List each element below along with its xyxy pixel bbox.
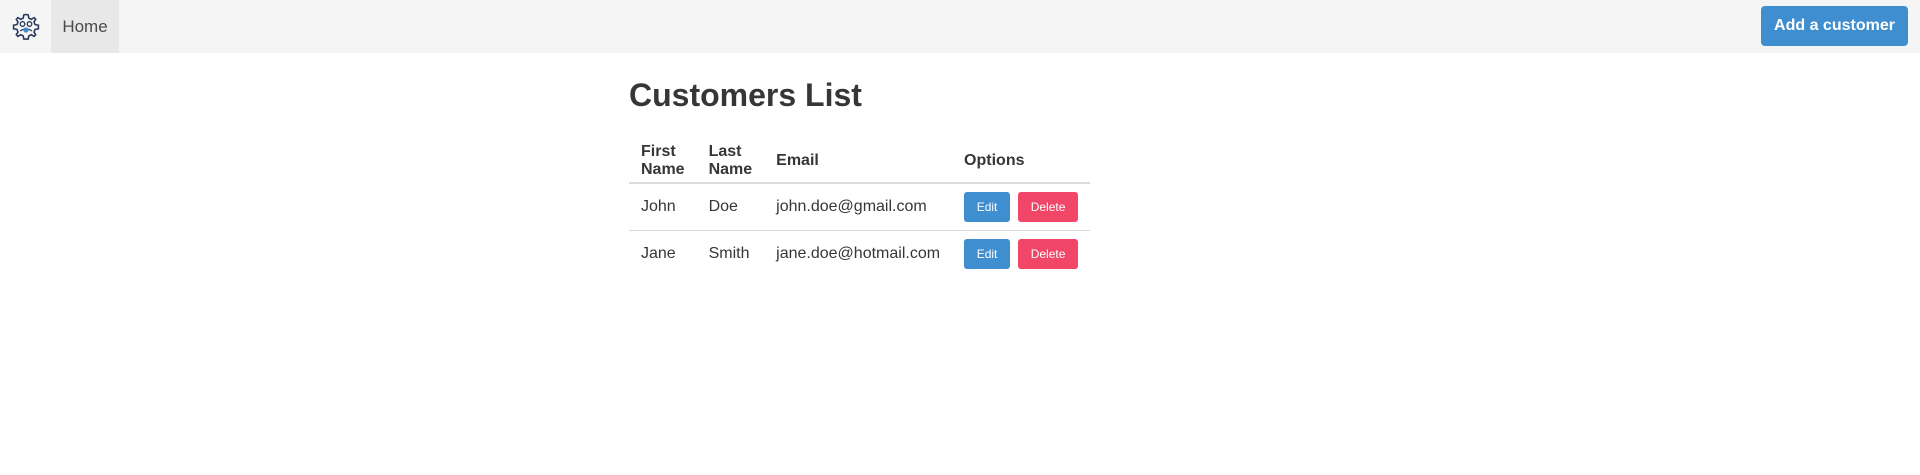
header-options: Options bbox=[952, 139, 1091, 184]
cell-last-name: Smith bbox=[708, 244, 750, 262]
cell-email: john.doe@gmail.com bbox=[764, 183, 953, 231]
row-actions: Edit Delete bbox=[964, 191, 1079, 222]
cell-first-name: John bbox=[629, 183, 697, 231]
cell-email: jane.doe@hotmail.com bbox=[776, 244, 941, 262]
header-email: Email bbox=[764, 139, 953, 184]
edit-button[interactable]: Edit bbox=[964, 238, 1011, 269]
page-title: Customers List bbox=[629, 77, 862, 113]
cell-options: Edit Delete bbox=[952, 183, 1091, 231]
navbar: Home Add a customer bbox=[0, 0, 1920, 53]
edit-button[interactable]: Edit bbox=[964, 191, 1011, 222]
cell-last-name: Doe bbox=[696, 183, 765, 231]
main-content: Customers List First Name Last Name Emai… bbox=[629, 73, 1091, 269]
brand-logo-link[interactable] bbox=[0, 0, 51, 53]
cell-options: Edit Delete bbox=[952, 230, 1090, 277]
row-actions: Edit Delete bbox=[964, 238, 1079, 269]
delete-button[interactable]: Delete bbox=[1018, 238, 1079, 269]
cell-first-name: Jane bbox=[641, 244, 676, 262]
header-first-name: First Name bbox=[629, 139, 697, 184]
header-last-name: Last Name bbox=[696, 139, 765, 184]
delete-button[interactable]: Delete bbox=[1018, 191, 1079, 222]
table-header-row: First Name Last Name Email Options bbox=[629, 139, 1091, 184]
table-row: Jane Smith jane.doe@hotmail.com Edit Del… bbox=[629, 230, 1090, 277]
add-customer-button[interactable]: Add a customer bbox=[1761, 6, 1908, 46]
table-row: John Doe john.doe@gmail.com Edit Delete bbox=[629, 183, 1091, 231]
customers-table: First Name Last Name Email Options John … bbox=[629, 139, 1091, 277]
gear-logo-icon bbox=[12, 13, 39, 40]
nav-home-link[interactable]: Home bbox=[51, 0, 119, 53]
